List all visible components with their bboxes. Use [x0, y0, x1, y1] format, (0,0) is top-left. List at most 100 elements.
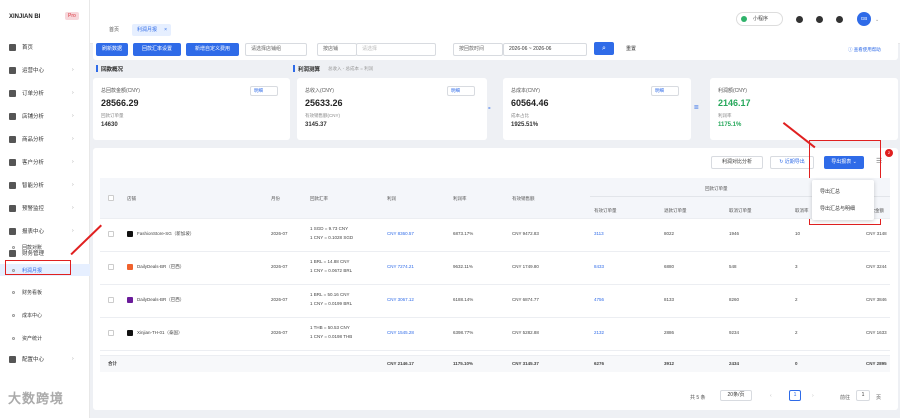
rate-setting-button[interactable]: 回款汇率设置 — [133, 43, 181, 56]
chevron-down-icon[interactable]: ⌄ — [875, 17, 879, 23]
next-page-icon[interactable]: › — [812, 393, 814, 399]
table-header — [100, 178, 890, 218]
rate-line-1: 1 BRL = 50.16 CNY — [310, 292, 350, 297]
column-group-header: 回款订单量 — [705, 186, 728, 191]
bullet-icon — [12, 291, 15, 294]
row-checkbox[interactable] — [108, 330, 114, 336]
sidebar-item-label: 运营中心 — [22, 68, 45, 74]
cancel-cell: 1946 — [729, 231, 740, 236]
date-range-picker[interactable]: 2026-06 ~ 2026-06 — [503, 43, 587, 56]
profit-cell[interactable]: CNY 1545.28 — [387, 330, 414, 335]
mini-program-button[interactable]: 小程序 — [736, 12, 783, 26]
bell-icon[interactable] — [796, 16, 803, 23]
store-name: DailyDeals-BR（巴西） — [137, 297, 185, 302]
profit-title: 利润测算 — [298, 67, 321, 73]
config-icon — [9, 355, 16, 363]
sidebar-subitem-2[interactable]: 财务看板 — [0, 286, 90, 298]
export-summary-item[interactable]: 导出汇总 — [820, 188, 840, 195]
date-type-select[interactable]: 按回款时间 — [453, 43, 503, 56]
profit-compare-button[interactable]: 利润对比分析 — [711, 156, 763, 169]
sidebar-item-8[interactable]: 报表中心 › — [0, 224, 90, 238]
amount-cell: CNY 3244 — [866, 264, 887, 269]
prev-page-icon[interactable]: ‹ — [770, 393, 772, 399]
kpi-title: 总收入(CNY) — [305, 88, 334, 94]
row-checkbox[interactable] — [108, 264, 114, 270]
search-button[interactable]: ⌕ — [594, 42, 614, 55]
tab-profit-report[interactable]: 利润月报 × — [132, 24, 172, 36]
overview-title: 回款概况 — [101, 67, 124, 73]
sidebar-subitem-4[interactable]: 资产统计 — [0, 332, 90, 344]
watermark: 大数跨境 — [8, 391, 65, 406]
order-icon — [9, 89, 16, 97]
export-menu: 导出汇总 导出汇总与明细 — [812, 180, 874, 220]
avatar[interactable]: GB — [857, 12, 871, 26]
sidebar-item-0[interactable]: 首页 — [0, 40, 90, 54]
sidebar-item-1[interactable]: 运营中心 › — [0, 63, 90, 77]
kpi-sub-label: 成本占比 — [511, 113, 529, 118]
rate-line-1: 1 BRL = 14.88 CNY — [310, 259, 350, 264]
page-number[interactable]: 1 — [789, 390, 801, 401]
amount-cell: CNY 3148 — [866, 231, 887, 236]
refresh-button[interactable]: 刷新数据 — [96, 43, 128, 56]
shop-type-select[interactable]: 按店铺 — [317, 43, 357, 56]
rate-line-2: 1 CNY = 0.0198 THB — [310, 334, 353, 339]
sales-cell: CNY 1749.80 — [512, 264, 539, 269]
sidebar-item-6[interactable]: 智能分析 › — [0, 178, 90, 192]
rate-line-2: 1 CNY = 0.0199 BRL — [310, 301, 353, 306]
reset-button[interactable]: 重置 — [621, 43, 641, 56]
minus-operator: - — [488, 103, 491, 112]
row-divider — [100, 317, 890, 318]
shop-select[interactable]: 请选择 — [356, 43, 436, 56]
orders-cell[interactable]: 2132 — [594, 330, 604, 335]
kpi-detail-dropdown[interactable]: 明细 — [250, 86, 278, 96]
sidebar-item-2[interactable]: 订单分析 › — [0, 86, 90, 100]
monitor-icon — [9, 66, 16, 74]
orders-cell[interactable]: 3113 — [594, 231, 604, 236]
column-header: 利润 — [387, 196, 396, 201]
chevron-right-icon: › — [72, 159, 74, 165]
month-cell: 2026-07 — [271, 264, 288, 269]
recent-export-button[interactable]: ↻ 近期导出 — [770, 156, 814, 169]
sidebar-item-7[interactable]: 预警监控 › — [0, 201, 90, 215]
goto-input[interactable]: 1 — [856, 390, 870, 401]
rate-line-2: 1 CNY = 0.1028 SGD — [310, 235, 354, 240]
close-icon[interactable]: × — [164, 24, 167, 36]
column-header: 月份 — [271, 196, 280, 201]
row-checkbox[interactable] — [108, 231, 114, 237]
search-icon: ⌕ — [602, 45, 606, 52]
pro-badge: Pro — [65, 12, 79, 20]
profit-cell[interactable]: CNY 8360.57 — [387, 231, 414, 236]
alert-icon — [9, 204, 16, 212]
sidebar-subitem-3[interactable]: 成本中心 — [0, 309, 90, 321]
sidebar-item-5[interactable]: 客户分析 › — [0, 155, 90, 169]
download-icon[interactable] — [816, 16, 823, 23]
orders-cell[interactable]: 4756 — [594, 297, 604, 302]
select-all-checkbox[interactable] — [108, 195, 114, 201]
rate-line-1: 1 SGD = 9.73 CNY — [310, 226, 349, 231]
custom-fee-button[interactable]: 新增自定义费用 — [186, 43, 239, 56]
refund-cell: 8133 — [664, 297, 675, 302]
kpi-sub-value: 1925.51% — [511, 122, 539, 128]
goto-label: 前往 — [840, 395, 851, 401]
sidebar-item-3[interactable]: 店铺分析 › — [0, 109, 90, 123]
profit-cell[interactable]: CNY 7274.21 — [387, 264, 414, 269]
row-checkbox[interactable] — [108, 297, 114, 303]
sidebar-item-config[interactable]: 配置中心 › — [0, 352, 90, 366]
profit-cell[interactable]: CNY 3067.12 — [387, 297, 414, 302]
kpi-detail-dropdown[interactable]: 明细 — [447, 86, 475, 96]
cancel-rate-cell: 2 — [795, 330, 798, 335]
app-logo: XINJIAN BI — [9, 14, 41, 20]
help-link[interactable]: ⓘ 查看使用帮助 — [848, 47, 881, 53]
tab-home[interactable]: 首页 — [104, 24, 124, 36]
sidebar-item-4[interactable]: 商品分析 › — [0, 132, 90, 146]
chevron-right-icon: › — [72, 205, 74, 211]
help-icon[interactable] — [836, 16, 843, 23]
kpi-detail-dropdown[interactable]: 明细 — [651, 86, 679, 96]
sidebar-subitem-label: 财务看板 — [22, 290, 43, 296]
store-group-select[interactable]: 请选择店铺组 — [245, 43, 307, 56]
sidebar-item-label: 预警监控 — [22, 206, 45, 212]
export-detail-item[interactable]: 导出汇总与明细 — [820, 205, 855, 212]
page-size-select[interactable]: 20条/页 — [720, 390, 752, 401]
sidebar-item-label: 智能分析 — [22, 183, 45, 189]
orders-cell[interactable]: 8433 — [594, 264, 604, 269]
